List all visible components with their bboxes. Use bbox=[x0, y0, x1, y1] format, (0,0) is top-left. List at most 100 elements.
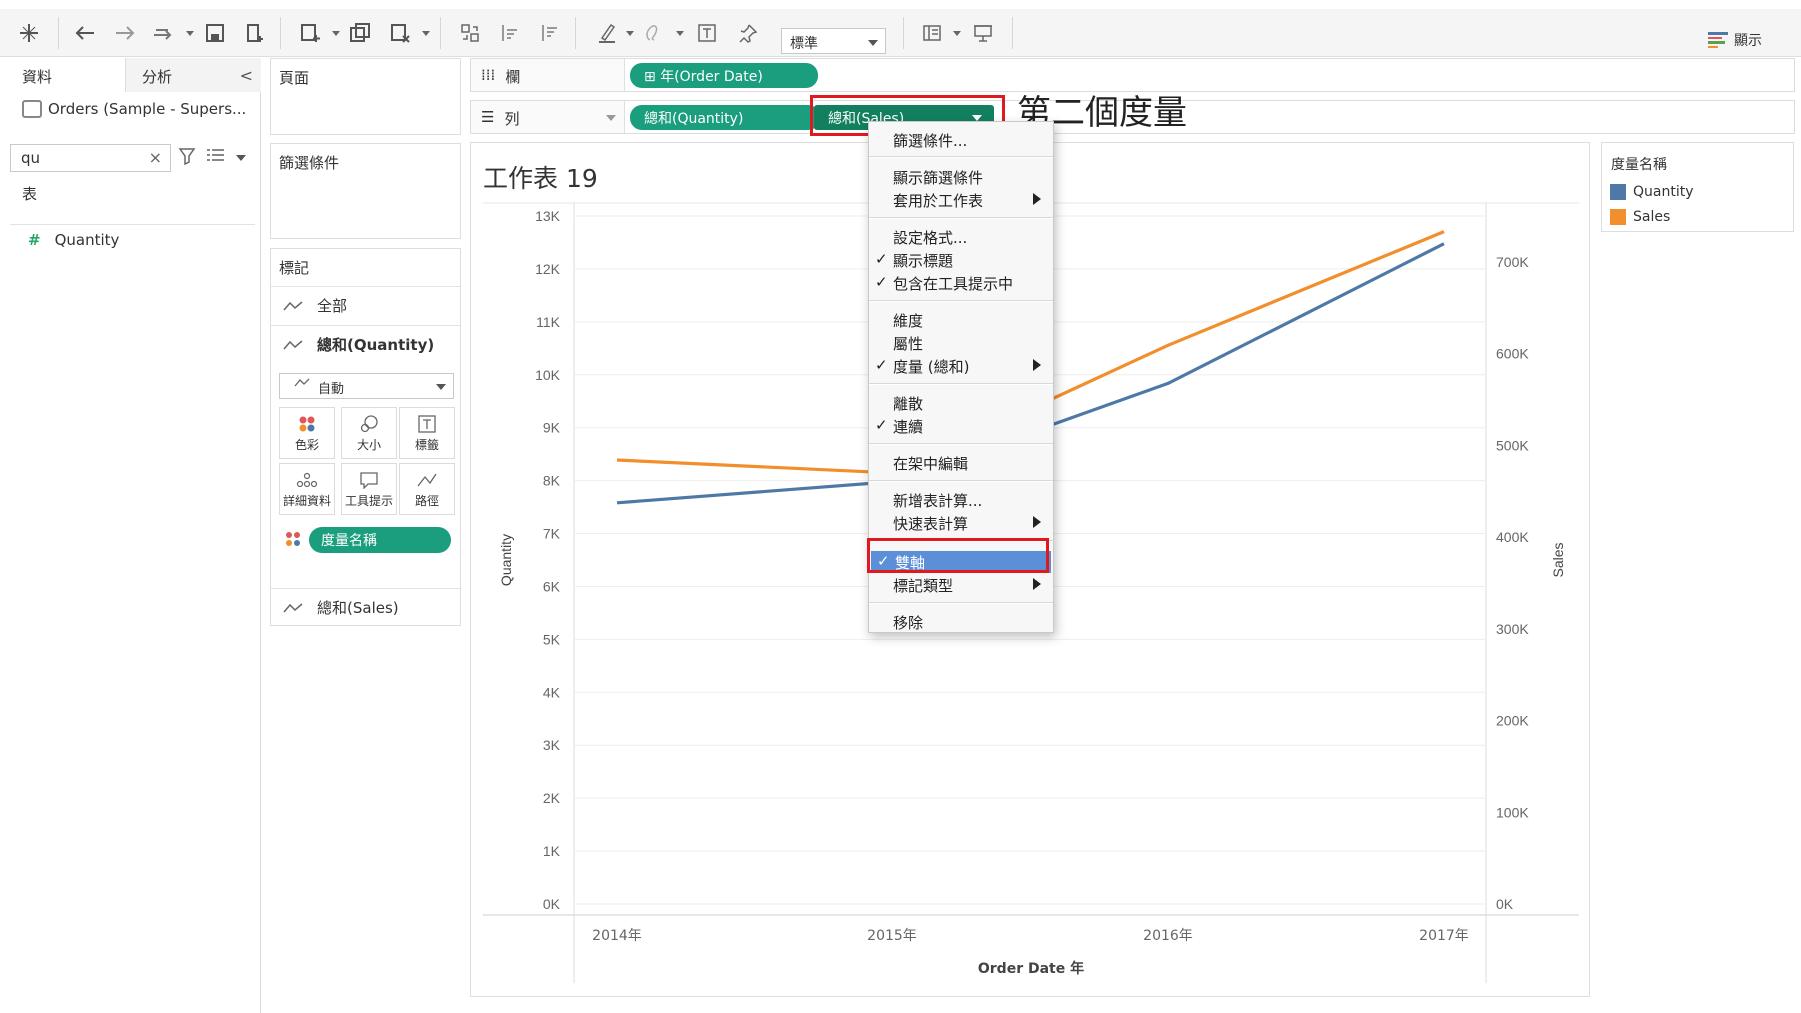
path-icon bbox=[417, 473, 437, 487]
y-tick-label: 10K bbox=[535, 367, 561, 383]
legend-title: 度量名稱 bbox=[1611, 157, 1667, 173]
marks-row-all[interactable]: 全部 bbox=[271, 286, 460, 324]
rows-pill-quantity[interactable]: 總和(Quantity) bbox=[630, 105, 820, 130]
y2-tick-label: 300K bbox=[1496, 621, 1529, 637]
view-list-icon[interactable] bbox=[207, 147, 225, 167]
y-tick-label: 5K bbox=[543, 631, 561, 647]
marks-row-quantity[interactable]: 總和(Quantity) bbox=[271, 325, 460, 363]
replay-icon[interactable] bbox=[148, 19, 178, 47]
menu-separator bbox=[869, 480, 1053, 482]
menu-item-show-header[interactable]: ✓ 顯示標題 bbox=[869, 249, 1053, 271]
tab-data[interactable]: 資料 bbox=[0, 58, 125, 92]
submenu-arrow-icon bbox=[1033, 578, 1041, 590]
detail-button-label: 詳細資料 bbox=[282, 494, 331, 508]
menu-item-label: 度量 (總和) bbox=[893, 358, 970, 376]
x-axis-title: Order Date 年 bbox=[978, 960, 1084, 977]
marks-card: 標記 全部 總和(Quantity) 自動 色彩 大小 標籤 詳細資料 工具提示… bbox=[270, 248, 461, 626]
size-button[interactable]: 大小 bbox=[341, 407, 397, 459]
tableau-logo-icon[interactable] bbox=[14, 19, 44, 47]
checkmark-icon: ✓ bbox=[875, 356, 888, 374]
legend-item-quantity[interactable]: Quantity bbox=[1610, 184, 1694, 200]
show-me-button[interactable]: 顯示 bbox=[1708, 30, 1762, 50]
sort-descending-icon[interactable] bbox=[535, 19, 565, 47]
pin-axes-icon[interactable] bbox=[733, 19, 763, 47]
menu-item-mark-type[interactable]: 標記類型 bbox=[869, 574, 1053, 596]
rows-shelf-label: ☰ 列 bbox=[471, 101, 625, 133]
mark-type-select[interactable]: 自動 bbox=[279, 373, 454, 399]
menu-item-attribute[interactable]: 屬性 bbox=[869, 332, 1053, 354]
show-mark-labels-icon[interactable] bbox=[692, 19, 722, 47]
measure-names-pill[interactable]: 度量名稱 bbox=[309, 527, 451, 553]
datasource-icon bbox=[22, 100, 42, 118]
menu-item-continuous[interactable]: ✓ 連續 bbox=[869, 415, 1053, 437]
detail-button[interactable]: 詳細資料 bbox=[279, 463, 335, 515]
fit-select[interactable]: 標準 bbox=[781, 28, 886, 54]
tooltip-button[interactable]: 工具提示 bbox=[341, 463, 397, 515]
y-tick-label: 13K bbox=[535, 208, 561, 224]
new-worksheet-icon[interactable] bbox=[295, 19, 325, 47]
sort-ascending-icon[interactable] bbox=[495, 19, 525, 47]
menu-item-filter[interactable]: 篩選條件... bbox=[869, 129, 1053, 151]
presentation-mode-icon[interactable] bbox=[968, 19, 998, 47]
redo-icon[interactable] bbox=[110, 19, 140, 47]
legend-label: Quantity bbox=[1633, 184, 1694, 200]
field-search-input[interactable]: qu × bbox=[10, 144, 171, 172]
menu-item-format[interactable]: 設定格式... bbox=[869, 226, 1053, 248]
clear-search-icon[interactable]: × bbox=[149, 148, 162, 167]
color-encoding-icon bbox=[286, 532, 300, 546]
path-button[interactable]: 路徑 bbox=[399, 463, 455, 515]
x-tick-label: 2014年 bbox=[592, 928, 642, 944]
menu-item-add-calc[interactable]: 新增表計算... bbox=[869, 489, 1053, 511]
marks-row-all-label: 全部 bbox=[317, 297, 348, 315]
save-icon[interactable] bbox=[200, 19, 230, 47]
columns-shelf-label: ⁞⁞⁞ 欄 bbox=[471, 59, 625, 91]
pages-card[interactable]: 頁面 bbox=[270, 58, 461, 135]
marks-row-quantity-label: 總和(Quantity) bbox=[317, 336, 435, 354]
label-button-label: 標籤 bbox=[414, 438, 439, 452]
menu-item-apply-to-sheets[interactable]: 套用於工作表 bbox=[869, 189, 1053, 211]
label-button[interactable]: 標籤 bbox=[399, 407, 455, 459]
menu-item-quick-calc[interactable]: 快速表計算 bbox=[869, 512, 1053, 534]
menu-item-show-filter[interactable]: 顯示篩選條件 bbox=[869, 166, 1053, 188]
field-label: Quantity bbox=[54, 231, 120, 249]
duplicate-sheet-icon[interactable] bbox=[345, 19, 375, 47]
filter-icon[interactable] bbox=[178, 147, 196, 169]
menu-item-measure[interactable]: ✓ 度量 (總和) bbox=[869, 355, 1053, 377]
columns-icon: ⁞⁞⁞ bbox=[481, 66, 496, 84]
y-tick-label: 3K bbox=[543, 737, 561, 753]
detail-icon bbox=[296, 472, 318, 488]
columns-pill-order-date[interactable]: ⊞ 年(Order Date) bbox=[630, 63, 818, 88]
line-mark-icon bbox=[283, 602, 303, 612]
y-tick-label: 2K bbox=[543, 790, 561, 806]
menu-item-label: 標記類型 bbox=[893, 577, 954, 595]
menu-separator bbox=[869, 217, 1053, 219]
menu-item-label: 顯示標題 bbox=[893, 252, 954, 270]
path-button-label: 路徑 bbox=[414, 494, 439, 508]
marks-row-sales[interactable]: 總和(Sales) bbox=[271, 588, 460, 626]
filters-card[interactable]: 篩選條件 bbox=[270, 143, 461, 239]
undo-icon[interactable] bbox=[70, 19, 100, 47]
menu-item-include-tooltip[interactable]: ✓ 包含在工具提示中 bbox=[869, 272, 1053, 294]
menu-item-dimension[interactable]: 維度 bbox=[869, 309, 1053, 331]
menu-item-remove[interactable]: 移除 bbox=[869, 611, 1053, 633]
menu-item-discrete[interactable]: 離散 bbox=[869, 392, 1053, 414]
group-members-icon[interactable] bbox=[638, 19, 668, 47]
y-tick-label: 12K bbox=[535, 261, 561, 277]
collapse-pane-icon[interactable]: < bbox=[240, 66, 253, 85]
swap-rows-columns-icon[interactable] bbox=[455, 19, 485, 47]
new-datasource-icon[interactable] bbox=[240, 19, 270, 47]
chevron-down-icon[interactable] bbox=[236, 155, 246, 161]
datasource-item[interactable]: Orders (Sample - Supers... bbox=[22, 100, 246, 118]
highlight-icon[interactable] bbox=[592, 19, 622, 47]
measure-icon: # bbox=[28, 231, 41, 249]
tab-analytics[interactable]: 分析 < bbox=[125, 58, 261, 92]
tableau-workspace: 標準 顯示 資料 分析 < Orders (Sample - Supers... bbox=[0, 0, 1801, 1013]
field-quantity[interactable]: # Quantity bbox=[28, 231, 119, 249]
menu-item-edit-in-shelf[interactable]: 在架中編輯 bbox=[869, 452, 1053, 474]
legend-item-sales[interactable]: Sales bbox=[1610, 209, 1670, 225]
y-tick-label: 6K bbox=[543, 578, 561, 594]
marks-row-sales-label: 總和(Sales) bbox=[317, 599, 399, 617]
show-cards-icon[interactable] bbox=[917, 19, 947, 47]
clear-sheet-icon[interactable] bbox=[385, 19, 415, 47]
color-button[interactable]: 色彩 bbox=[279, 407, 335, 459]
